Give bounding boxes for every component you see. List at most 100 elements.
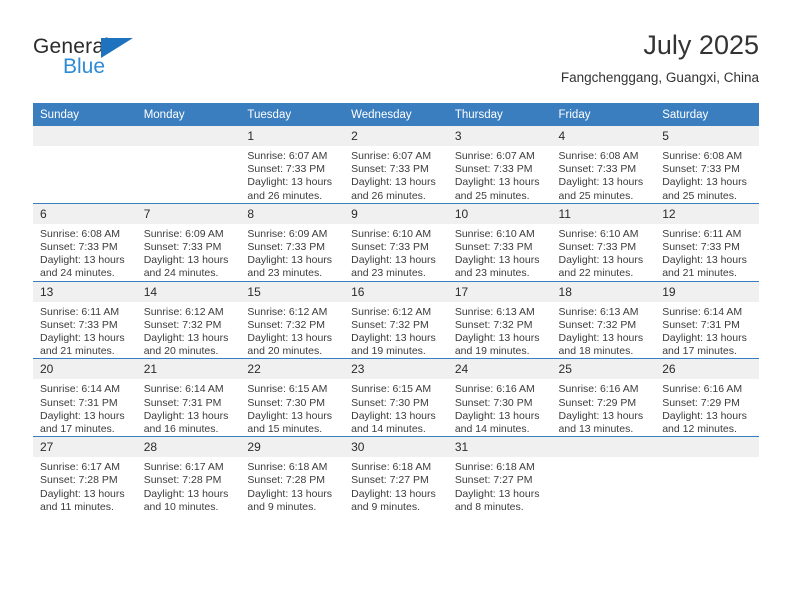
calendar-day-cell[interactable]: 30 Sunrise: 6:18 AM Sunset: 7:27 PM Dayligh…	[344, 436, 448, 515]
daylight-text-line1: Daylight: 13 hours	[454, 176, 540, 189]
day-details: Sunrise: 6:18 AM Sunset: 7:27 PM Daylight:…	[344, 457, 448, 514]
calendar-day-cell[interactable]: 24 Sunrise: 6:16 AM Sunset: 7:30 PM Dayligh…	[447, 358, 552, 437]
calendar-day-cell[interactable]: 27 Sunrise: 6:17 AM Sunset: 7:28 PM Dayligh…	[33, 436, 137, 515]
calendar-day-cell[interactable]: 25 Sunrise: 6:16 AM Sunset: 7:29 PM Dayligh…	[551, 358, 656, 437]
daylight-text-line2: and 23 minutes.	[454, 267, 530, 280]
daylight-text-line1: Daylight: 13 hours	[40, 254, 125, 267]
calendar-day-cell[interactable]: 12 Sunrise: 6:11 AM Sunset: 7:33 PM Dayligh…	[655, 202, 759, 282]
daylight-text-line2: and 13 minutes.	[558, 423, 634, 436]
calendar-day-cell[interactable]: 14 Sunrise: 6:12 AM Sunset: 7:32 PM Dayligh…	[136, 280, 241, 359]
day-number	[655, 437, 759, 458]
day-number: 15	[240, 281, 345, 302]
daylight-text-line1: Daylight: 13 hours	[662, 176, 747, 189]
sunrise-text: Sunrise: 6:07 AM	[454, 150, 535, 162]
daylight-text-line2: and 25 minutes.	[662, 189, 737, 202]
daylight-text-line1: Daylight: 13 hours	[558, 176, 644, 189]
calendar-day-cell[interactable]: 28 Sunrise: 6:17 AM Sunset: 7:28 PM Dayligh…	[136, 436, 241, 515]
day-number: 11	[551, 203, 656, 224]
day-number: 28	[136, 437, 241, 458]
calendar-day-cell[interactable]: 8 Sunrise: 6:09 AM Sunset: 7:33 PM Daylight…	[240, 202, 345, 282]
day-number: 10	[447, 203, 552, 224]
day-number: 19	[655, 281, 759, 302]
calendar-day-cell[interactable]: 6 Sunrise: 6:08 AM Sunset: 7:33 PM Daylight…	[33, 202, 137, 282]
sunrise-text: Sunrise: 6:18 AM	[454, 461, 535, 474]
day-details: Sunrise: 6:11 AM Sunset: 7:33 PM Daylight:…	[33, 302, 137, 359]
calendar-empty-cell	[33, 126, 137, 204]
sunrise-text: Sunrise: 6:14 AM	[40, 383, 120, 396]
calendar-day-cell[interactable]: 9 Sunrise: 6:10 AM Sunset: 7:33 PM Daylight…	[344, 202, 448, 282]
sunrise-text: Sunrise: 6:08 AM	[662, 150, 743, 162]
calendar-day-cell[interactable]: 26 Sunrise: 6:16 AM Sunset: 7:29 PM Dayligh…	[655, 358, 759, 437]
day-details: Sunrise: 6:15 AM Sunset: 7:30 PM Daylight:…	[240, 379, 344, 436]
calendar-day-cell[interactable]: 15 Sunrise: 6:12 AM Sunset: 7:32 PM Dayligh…	[240, 280, 345, 359]
page-subtitle: Fangchenggang, Guangxi, China	[560, 70, 759, 85]
daylight-text-line1: Daylight: 13 hours	[143, 487, 229, 500]
day-number: 3	[447, 126, 552, 146]
daylight-text-line2: and 25 minutes.	[454, 189, 530, 202]
calendar-day-cell[interactable]: 2 Sunrise: 6:07 AM Sunset: 7:33 PM Daylight…	[344, 126, 448, 204]
day-number: 29	[240, 437, 345, 458]
calendar-day-cell[interactable]: 7 Sunrise: 6:09 AM Sunset: 7:33 PM Daylight…	[136, 202, 241, 282]
day-details: Sunrise: 6:12 AM Sunset: 7:32 PM Daylight:…	[137, 302, 241, 359]
calendar-day-cell[interactable]: 29 Sunrise: 6:18 AM Sunset: 7:28 PM Dayligh…	[240, 436, 345, 515]
sunrise-text: Sunrise: 6:09 AM	[247, 227, 328, 240]
day-details: Sunrise: 6:17 AM Sunset: 7:28 PM Daylight:…	[137, 457, 241, 514]
day-number: 16	[344, 281, 448, 302]
daylight-text-line2: and 19 minutes.	[351, 345, 426, 358]
calendar-week-row: 27 Sunrise: 6:17 AM Sunset: 7:28 PM Dayligh…	[33, 436, 759, 515]
daylight-text-line1: Daylight: 13 hours	[662, 332, 747, 345]
daylight-text-line2: and 19 minutes.	[454, 345, 530, 358]
calendar-day-cell[interactable]: 18 Sunrise: 6:13 AM Sunset: 7:32 PM Dayligh…	[551, 280, 656, 359]
sunrise-text: Sunrise: 6:08 AM	[40, 227, 120, 240]
day-number: 21	[136, 359, 241, 380]
day-number	[136, 126, 241, 146]
calendar-day-cell[interactable]: 11 Sunrise: 6:10 AM Sunset: 7:33 PM Dayligh…	[551, 202, 656, 282]
day-number: 6	[33, 203, 137, 224]
calendar-day-cell[interactable]: 5 Sunrise: 6:08 AM Sunset: 7:33 PM Daylight…	[655, 126, 759, 204]
daylight-text-line1: Daylight: 13 hours	[143, 254, 229, 267]
daylight-text-line1: Daylight: 13 hours	[143, 332, 229, 345]
sunrise-text: Sunrise: 6:08 AM	[558, 150, 639, 162]
calendar-day-cell[interactable]: 10 Sunrise: 6:10 AM Sunset: 7:33 PM Dayligh…	[447, 202, 552, 282]
day-details: Sunrise: 6:13 AM Sunset: 7:32 PM Daylight:…	[448, 302, 552, 359]
sunrise-text: Sunrise: 6:14 AM	[143, 383, 224, 396]
calendar-day-cell[interactable]: 22 Sunrise: 6:15 AM Sunset: 7:30 PM Dayligh…	[240, 358, 345, 437]
daylight-text-line2: and 23 minutes.	[247, 267, 323, 280]
day-details: Sunrise: 6:07 AM Sunset: 7:33 PM Daylight:…	[344, 146, 448, 203]
calendar-day-cell[interactable]: 16 Sunrise: 6:12 AM Sunset: 7:32 PM Dayligh…	[344, 280, 448, 359]
sunrise-text: Sunrise: 6:16 AM	[662, 383, 743, 396]
day-details: Sunrise: 6:07 AM Sunset: 7:33 PM Daylight:…	[448, 146, 552, 203]
daylight-text-line1: Daylight: 13 hours	[351, 409, 436, 422]
calendar-day-cell[interactable]: 13 Sunrise: 6:11 AM Sunset: 7:33 PM Dayligh…	[33, 280, 137, 359]
calendar-day-cell[interactable]: 21 Sunrise: 6:14 AM Sunset: 7:31 PM Dayligh…	[136, 358, 241, 437]
calendar-day-cell[interactable]: 23 Sunrise: 6:15 AM Sunset: 7:30 PM Dayligh…	[344, 358, 448, 437]
calendar-empty-cell	[136, 126, 241, 204]
page-header: General Blue July 2025 Fangchenggang, Gu…	[33, 28, 759, 100]
day-number: 26	[655, 359, 759, 380]
day-details: Sunrise: 6:12 AM Sunset: 7:32 PM Daylight:…	[240, 302, 344, 359]
calendar-day-cell[interactable]: 20 Sunrise: 6:14 AM Sunset: 7:31 PM Dayligh…	[33, 358, 137, 437]
calendar-day-cell[interactable]: 19 Sunrise: 6:14 AM Sunset: 7:31 PM Dayligh…	[655, 280, 759, 359]
daylight-text-line2: and 8 minutes.	[454, 500, 524, 513]
daylight-text-line2: and 21 minutes.	[662, 267, 737, 280]
day-number: 12	[655, 203, 759, 224]
daylight-text-line1: Daylight: 13 hours	[454, 332, 540, 345]
calendar-day-cell[interactable]: 17 Sunrise: 6:13 AM Sunset: 7:32 PM Dayligh…	[447, 280, 552, 359]
sunrise-text: Sunrise: 6:11 AM	[662, 227, 742, 240]
calendar-week-row: 1 Sunrise: 6:07 AM Sunset: 7:33 PM Daylight…	[33, 126, 759, 204]
day-details: Sunrise: 6:08 AM Sunset: 7:33 PM Daylight:…	[552, 146, 656, 203]
calendar-page: General Blue July 2025 Fangchenggang, Gu…	[0, 0, 792, 612]
sunrise-text: Sunrise: 6:11 AM	[40, 305, 120, 318]
calendar-day-cell[interactable]: 3 Sunrise: 6:07 AM Sunset: 7:33 PM Daylight…	[447, 126, 552, 204]
calendar-day-cell[interactable]: 1 Sunrise: 6:07 AM Sunset: 7:33 PM Daylight…	[240, 126, 345, 204]
calendar-day-cell[interactable]: 4 Sunrise: 6:08 AM Sunset: 7:33 PM Daylight…	[551, 126, 656, 204]
sunset-text: Sunset: 7:33 PM	[558, 241, 637, 254]
sunset-text: Sunset: 7:30 PM	[454, 396, 533, 409]
calendar-day-cell[interactable]: 31 Sunrise: 6:18 AM Sunset: 7:27 PM Dayligh…	[447, 436, 552, 515]
sunset-text: Sunset: 7:29 PM	[558, 396, 637, 409]
sunset-text: Sunset: 7:31 PM	[40, 396, 118, 409]
day-details: Sunrise: 6:18 AM Sunset: 7:28 PM Daylight:…	[240, 457, 344, 514]
sunrise-text: Sunrise: 6:18 AM	[351, 461, 432, 474]
logo-triangle-icon	[101, 38, 133, 58]
daylight-text-line2: and 24 minutes.	[143, 267, 219, 280]
